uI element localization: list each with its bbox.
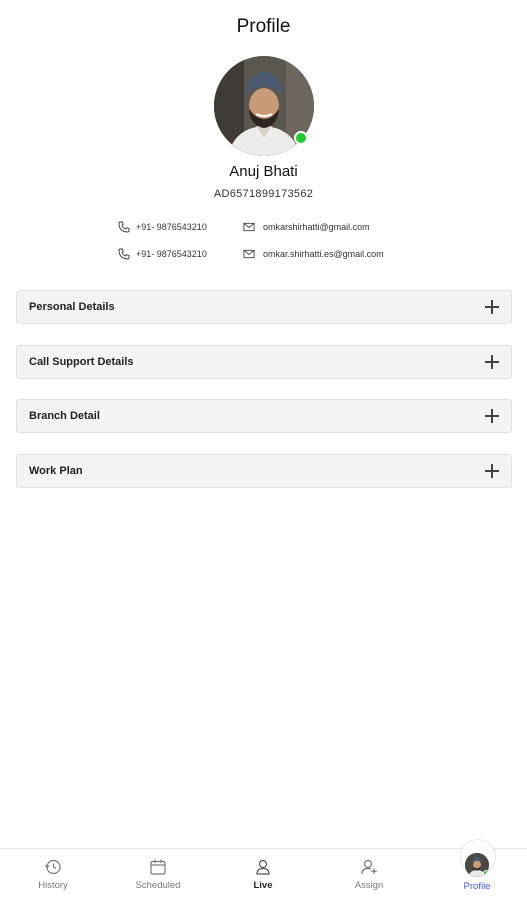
phone-number: +91- 9876543210 — [136, 222, 207, 232]
nav-label: Live — [253, 880, 273, 891]
user-name: Anuj Bhati — [229, 163, 298, 180]
nav-assign[interactable]: Assign — [316, 849, 422, 900]
plus-icon[interactable] — [485, 409, 499, 423]
section-personal-details[interactable]: Personal Details — [16, 290, 512, 324]
email-contact[interactable]: omkarshirhatti@gmail.com — [243, 221, 370, 233]
phone-icon — [118, 248, 130, 260]
section-label: Work Plan — [29, 465, 83, 477]
nav-label: Scheduled — [135, 880, 181, 891]
nav-live[interactable]: Live — [210, 849, 316, 900]
nav-label: History — [38, 880, 68, 891]
contact-row: +91- 9876543210 omkar.shirhatti.es@gmail… — [0, 248, 527, 264]
nav-label: Assign — [354, 880, 384, 891]
section-label: Personal Details — [29, 301, 115, 313]
email-contact[interactable]: omkar.shirhatti.es@gmail.com — [243, 248, 384, 260]
bottom-navigation: History Scheduled Live Assign Profile — [0, 839, 527, 900]
section-label: Branch Detail — [29, 410, 100, 422]
user-id: AD6571899173562 — [213, 188, 314, 200]
plus-icon[interactable] — [485, 464, 499, 478]
phone-number: +91- 9876543210 — [136, 249, 207, 259]
person-add-icon — [360, 858, 378, 876]
avatar-icon — [465, 853, 489, 877]
page-title: Profile — [236, 16, 291, 37]
contact-row: +91- 9876543210 omkarshirhatti@gmail.com — [0, 221, 527, 237]
email-address: omkar.shirhatti.es@gmail.com — [263, 249, 384, 259]
online-status-dot — [483, 870, 489, 877]
plus-icon[interactable] — [485, 300, 499, 314]
online-status-dot — [294, 131, 308, 145]
plus-icon[interactable] — [485, 355, 499, 369]
nav-history[interactable]: History — [0, 849, 106, 900]
calendar-icon — [149, 858, 167, 876]
person-icon — [254, 858, 272, 876]
email-address: omkarshirhatti@gmail.com — [263, 222, 370, 232]
nav-profile[interactable]: Profile — [424, 849, 527, 900]
history-icon — [44, 858, 62, 876]
phone-contact[interactable]: +91- 9876543210 — [118, 248, 207, 260]
nav-label: Profile — [463, 881, 491, 892]
phone-contact[interactable]: +91- 9876543210 — [118, 221, 207, 233]
profile-avatar[interactable] — [214, 56, 314, 156]
section-call-support-details[interactable]: Call Support Details — [16, 345, 512, 379]
section-work-plan[interactable]: Work Plan — [16, 454, 512, 488]
mail-icon — [243, 221, 255, 233]
section-label: Call Support Details — [29, 356, 134, 368]
nav-scheduled[interactable]: Scheduled — [105, 849, 211, 900]
section-branch-detail[interactable]: Branch Detail — [16, 399, 512, 433]
mail-icon — [243, 248, 255, 260]
phone-icon — [118, 221, 130, 233]
